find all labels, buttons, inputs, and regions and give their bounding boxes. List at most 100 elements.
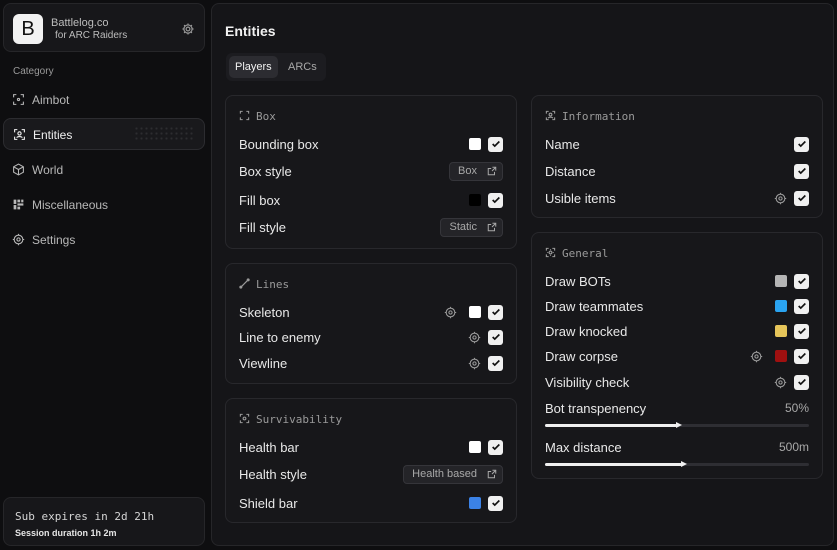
bot-transparency-slider[interactable]: [545, 422, 809, 428]
checkbox-checked[interactable]: [794, 323, 809, 339]
checkbox-checked[interactable]: [794, 298, 809, 314]
box-style-select[interactable]: Box: [449, 161, 503, 181]
checkbox-checked[interactable]: [488, 136, 503, 152]
row-label: Draw BOTs: [545, 274, 611, 289]
sidebar-item-label: Aimbot: [32, 93, 70, 107]
tab-arcs[interactable]: ARCs: [282, 56, 323, 78]
row-label: Line to enemy: [239, 330, 321, 345]
card-title-text: Lines: [256, 278, 290, 291]
slider-handle[interactable]: [676, 422, 682, 428]
tab-players[interactable]: Players: [229, 56, 278, 78]
checkbox-checked[interactable]: [488, 304, 503, 320]
card-title-text: Information: [562, 110, 635, 123]
box-icon: [239, 110, 250, 121]
row-label: Shield bar: [239, 496, 298, 511]
checkbox-checked[interactable]: [794, 348, 809, 364]
row-draw-corpse: Draw corpse: [545, 346, 809, 366]
general-card: General Draw BOTs Draw teammates Draw kn…: [531, 232, 823, 479]
survivability-card: Survivability Health bar Health style He…: [225, 398, 517, 523]
sidebar-item-settings[interactable]: Settings: [3, 224, 205, 256]
row-label: Fill box: [239, 193, 281, 208]
slider-handle[interactable]: [681, 461, 687, 467]
checkbox-checked[interactable]: [794, 273, 809, 289]
lines-card: Lines Skeleton Line to enemy Viewline: [225, 263, 517, 384]
slider-value: 50%: [784, 401, 809, 415]
row-bot-transparency: Bot transpenency 50%: [545, 398, 809, 418]
gear-icon[interactable]: [468, 357, 481, 370]
fill-style-select[interactable]: Static: [440, 217, 503, 237]
checkbox-checked[interactable]: [794, 163, 809, 179]
sidebar-item-entities[interactable]: Entities: [3, 118, 205, 150]
decorative-dots: [134, 126, 194, 142]
sidebar-item-label: World: [32, 163, 64, 177]
gear-icon[interactable]: [774, 192, 787, 205]
row-label: Visibility check: [545, 375, 630, 390]
card-title: Information: [545, 110, 635, 123]
page-title: Entities: [225, 23, 276, 39]
row-visibility-check: Visibility check: [545, 372, 809, 392]
color-swatch[interactable]: [469, 441, 481, 453]
color-swatch[interactable]: [775, 325, 787, 337]
brand-card: B Battlelog.co for ARC Raiders: [3, 3, 205, 52]
checkbox-checked[interactable]: [794, 190, 809, 206]
row-max-distance: Max distance 500m: [545, 437, 809, 457]
max-distance-slider[interactable]: [545, 461, 809, 467]
slider-label: Bot transpenency: [545, 401, 647, 416]
health-style-select[interactable]: Health based: [403, 464, 503, 484]
sidebar-item-label: Entities: [33, 128, 73, 142]
row-draw-bots: Draw BOTs: [545, 271, 809, 291]
checkbox-checked[interactable]: [794, 136, 809, 152]
select-value: Box: [458, 165, 477, 177]
checkbox-checked[interactable]: [488, 439, 503, 455]
row-label: Skeleton: [239, 305, 290, 320]
row-name: Name: [545, 134, 809, 154]
tab-bar: Players ARCs: [226, 53, 326, 81]
color-swatch[interactable]: [775, 300, 787, 312]
sidebar-item-miscellaneous[interactable]: Miscellaneous: [3, 189, 205, 221]
checkbox-checked[interactable]: [488, 495, 503, 511]
color-swatch[interactable]: [469, 497, 481, 509]
color-swatch[interactable]: [469, 306, 481, 318]
color-swatch[interactable]: [469, 194, 481, 206]
select-icon: [487, 469, 497, 479]
box-card: Box Bounding box Box style Box Fill box …: [225, 95, 517, 249]
general-icon: [545, 247, 556, 258]
color-swatch[interactable]: [469, 138, 481, 150]
row-shield-bar: Shield bar: [239, 493, 503, 513]
gear-icon[interactable]: [181, 22, 195, 36]
gear-icon[interactable]: [468, 331, 481, 344]
checkbox-checked[interactable]: [488, 355, 503, 371]
select-value: Static: [449, 221, 477, 233]
checkbox-checked[interactable]: [488, 192, 503, 208]
row-bounding-box: Bounding box: [239, 134, 503, 154]
checkbox-checked[interactable]: [794, 374, 809, 390]
slider-label: Max distance: [545, 440, 622, 455]
brand-subtitle: for ARC Raiders: [55, 30, 128, 41]
gear-icon[interactable]: [774, 376, 787, 389]
category-title: Category: [13, 66, 54, 77]
subscription-card: Sub expires in 2d 21h Session duration 1…: [3, 497, 205, 546]
sidebar-item-world[interactable]: World: [3, 154, 205, 186]
color-swatch[interactable]: [775, 350, 787, 362]
card-title: General: [545, 247, 608, 260]
row-label: Box style: [239, 164, 292, 179]
gear-icon[interactable]: [444, 306, 457, 319]
row-label: Health style: [239, 467, 307, 482]
row-viewline: Viewline: [239, 353, 503, 373]
gear-icon[interactable]: [750, 350, 763, 363]
sidebar-item-aimbot[interactable]: Aimbot: [3, 84, 205, 116]
row-label: Fill style: [239, 220, 286, 235]
sidebar-item-label: Settings: [32, 233, 76, 247]
survivability-icon: [239, 413, 250, 424]
brand-name: Battlelog.co: [51, 17, 109, 29]
aimbot-icon: [13, 94, 24, 105]
card-title-text: Box: [256, 110, 276, 123]
slider-value: 500m: [778, 440, 809, 454]
world-icon: [13, 163, 24, 176]
subscription-expires: Sub expires in 2d 21h: [15, 510, 155, 523]
color-swatch[interactable]: [775, 275, 787, 287]
row-health-style: Health style Health based: [239, 464, 503, 484]
row-health-bar: Health bar: [239, 437, 503, 457]
checkbox-checked[interactable]: [488, 329, 503, 345]
row-label: Draw knocked: [545, 324, 628, 339]
